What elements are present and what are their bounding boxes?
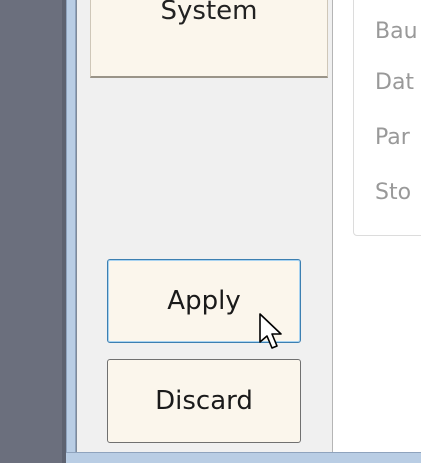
settings-panel: Bau Dat Par Sto bbox=[333, 0, 421, 452]
nav-tile-system[interactable]: System bbox=[90, 0, 328, 78]
window-frame-bottom-border bbox=[66, 452, 421, 463]
navigation-column: System Apply Discard bbox=[77, 0, 333, 452]
window-frame-left-border bbox=[66, 0, 76, 463]
setting-label-baud: Bau bbox=[375, 19, 418, 44]
screen: System Apply Discard Bau Dat Par Sto bbox=[0, 0, 421, 463]
setting-label-parity: Par bbox=[375, 125, 410, 150]
dialog-window: System Apply Discard Bau Dat Par Sto bbox=[76, 0, 421, 452]
nav-tile-label: System bbox=[160, 0, 258, 26]
setting-label-data: Dat bbox=[375, 70, 415, 95]
mouse-pointer-icon bbox=[259, 313, 282, 349]
setting-label-stop: Sto bbox=[375, 180, 412, 205]
discard-button[interactable]: Discard bbox=[107, 359, 301, 443]
